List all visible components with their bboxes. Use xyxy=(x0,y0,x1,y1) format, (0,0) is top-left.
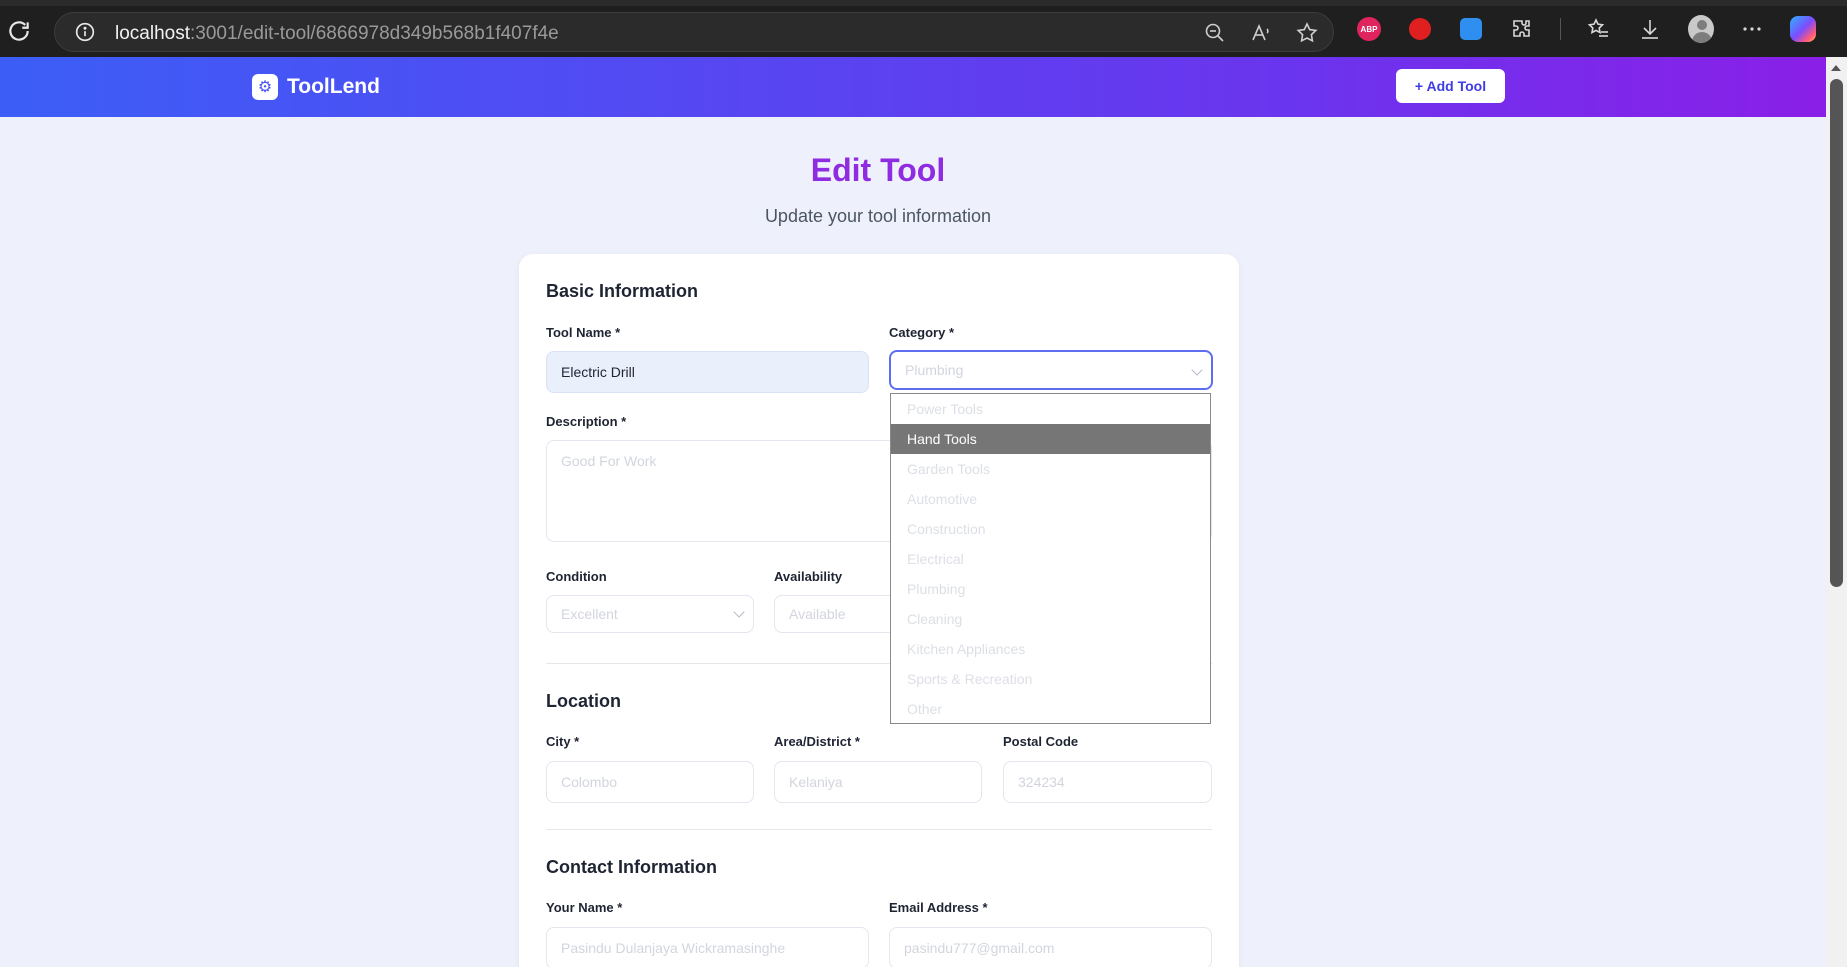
read-aloud-icon[interactable] xyxy=(1249,21,1273,45)
basic-info-heading: Basic Information xyxy=(546,281,699,301)
location-heading: Location xyxy=(546,691,621,711)
availability-label: Availability xyxy=(774,569,843,584)
brand-name: ToolLend xyxy=(287,75,380,98)
area-input[interactable]: Kelaniya xyxy=(774,761,982,803)
category-option[interactable]: Cleaning xyxy=(891,604,1210,634)
category-select[interactable]: Plumbing xyxy=(889,350,1213,390)
category-option[interactable]: Power Tools xyxy=(891,394,1210,424)
zoom-out-icon[interactable] xyxy=(1203,21,1227,45)
category-selected-value: Plumbing xyxy=(905,362,964,378)
chevron-down-icon xyxy=(1191,364,1203,376)
reload-icon[interactable] xyxy=(6,18,32,44)
email-input[interactable]: pasindu777@gmail.com xyxy=(889,927,1212,967)
chevron-down-icon xyxy=(733,606,745,618)
browser-toolbar: localhost:3001/edit-tool/6866978d349b568… xyxy=(0,0,1847,57)
more-menu-icon[interactable] xyxy=(1739,16,1765,42)
category-option[interactable]: Garden Tools xyxy=(891,454,1210,484)
condition-selected-value: Excellent xyxy=(561,606,618,622)
favorite-star-icon[interactable] xyxy=(1295,21,1319,45)
postal-code-label: Postal Code xyxy=(1003,734,1079,749)
toolbar-separator xyxy=(1560,18,1561,40)
area-label: Area/District * xyxy=(774,734,860,749)
scrollbar-thumb[interactable] xyxy=(1830,79,1843,587)
city-label: City * xyxy=(546,734,580,749)
url-host: localhost xyxy=(115,23,190,44)
section-divider xyxy=(546,829,1212,830)
tool-name-label: Tool Name * xyxy=(546,325,621,340)
condition-select[interactable]: Excellent xyxy=(546,595,754,633)
address-bar[interactable]: localhost:3001/edit-tool/6866978d349b568… xyxy=(54,12,1334,52)
blue-extension-icon[interactable] xyxy=(1458,16,1484,42)
description-label: Description * xyxy=(546,414,627,429)
category-option[interactable]: Kitchen Appliances xyxy=(891,634,1210,664)
your-name-input[interactable]: Pasindu Dulanjaya Wickramasinghe xyxy=(546,927,869,967)
your-name-label: Your Name * xyxy=(546,900,623,915)
extensions-puzzle-icon[interactable] xyxy=(1509,16,1535,42)
stop-extension-icon[interactable] xyxy=(1407,16,1433,42)
site-info-icon[interactable] xyxy=(75,22,95,42)
category-label: Category * xyxy=(889,325,955,340)
scroll-up-arrow-icon[interactable] xyxy=(1831,65,1841,71)
url-path: :3001/edit-tool/6866978d349b568b1f407f4e xyxy=(190,23,559,44)
postal-code-input[interactable]: 324234 xyxy=(1003,761,1212,803)
condition-label: Condition xyxy=(546,569,607,584)
app-header: ⚙ ToolLend + Add Tool xyxy=(0,57,1826,117)
profile-avatar[interactable] xyxy=(1688,15,1714,43)
category-option[interactable]: Hand Tools xyxy=(891,424,1210,454)
gear-logo-icon: ⚙ xyxy=(252,74,278,100)
download-icon[interactable] xyxy=(1637,16,1663,42)
contact-heading: Contact Information xyxy=(546,857,717,877)
category-option[interactable]: Automotive xyxy=(891,484,1210,514)
category-option[interactable]: Other xyxy=(891,694,1210,723)
page-subtitle: Update your tool information xyxy=(764,206,992,226)
adblock-extension-icon[interactable]: ABP xyxy=(1356,16,1382,42)
tool-name-input[interactable]: Electric Drill xyxy=(546,351,869,393)
category-option[interactable]: Electrical xyxy=(891,544,1210,574)
copilot-icon[interactable] xyxy=(1790,16,1816,42)
page-title: Edit Tool xyxy=(810,152,946,188)
brand-link[interactable]: ⚙ ToolLend xyxy=(252,74,380,100)
email-label: Email Address * xyxy=(889,900,988,915)
url-text[interactable]: localhost:3001/edit-tool/6866978d349b568… xyxy=(115,23,559,45)
city-input[interactable]: Colombo xyxy=(546,761,754,803)
category-option[interactable]: Construction xyxy=(891,514,1210,544)
availability-selected-value: Available xyxy=(789,606,846,622)
favorites-list-icon[interactable] xyxy=(1586,16,1612,42)
tab-strip xyxy=(0,0,1847,6)
category-option[interactable]: Plumbing xyxy=(891,574,1210,604)
add-tool-button[interactable]: + Add Tool xyxy=(1396,69,1505,103)
page-scrollbar[interactable] xyxy=(1826,57,1847,967)
category-option[interactable]: Sports & Recreation xyxy=(891,664,1210,694)
category-dropdown-list[interactable]: Power Tools Hand Tools Garden Tools Automot… xyxy=(890,393,1211,724)
